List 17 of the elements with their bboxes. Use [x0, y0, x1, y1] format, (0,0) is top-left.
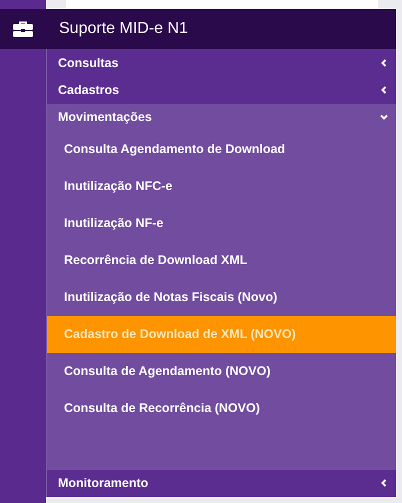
- chevron-left-icon: [380, 86, 388, 94]
- menu-section[interactable]: Monitoramento: [47, 470, 396, 497]
- submenu-item[interactable]: Inutilização NFC-e: [47, 168, 396, 205]
- submenu-item[interactable]: Consulta de Agendamento (NOVO): [47, 352, 396, 390]
- submenu-item[interactable]: Inutilização de Notas Fiscais (Novo): [47, 278, 396, 316]
- briefcase-icon: [13, 21, 33, 37]
- submenu-item[interactable]: Consulta de Recorrência (NOVO): [47, 390, 396, 427]
- submenu-item[interactable]: Recorrência de Download XML: [47, 242, 396, 279]
- submenu-item[interactable]: Inutilização NF-e: [47, 204, 396, 242]
- chevron-down-icon: [380, 113, 388, 122]
- submenu-item[interactable]: Consulta Agendamento de Download: [47, 130, 396, 168]
- menu-section[interactable]: Cadastros: [47, 76, 396, 104]
- chevron-left-icon: [380, 58, 388, 67]
- menu-section[interactable]: Movimentações: [47, 104, 396, 131]
- chevron-left-icon: [380, 479, 388, 488]
- section-title: Suporte MID-e N1: [59, 20, 188, 38]
- menu-section[interactable]: Consultas: [47, 49, 396, 76]
